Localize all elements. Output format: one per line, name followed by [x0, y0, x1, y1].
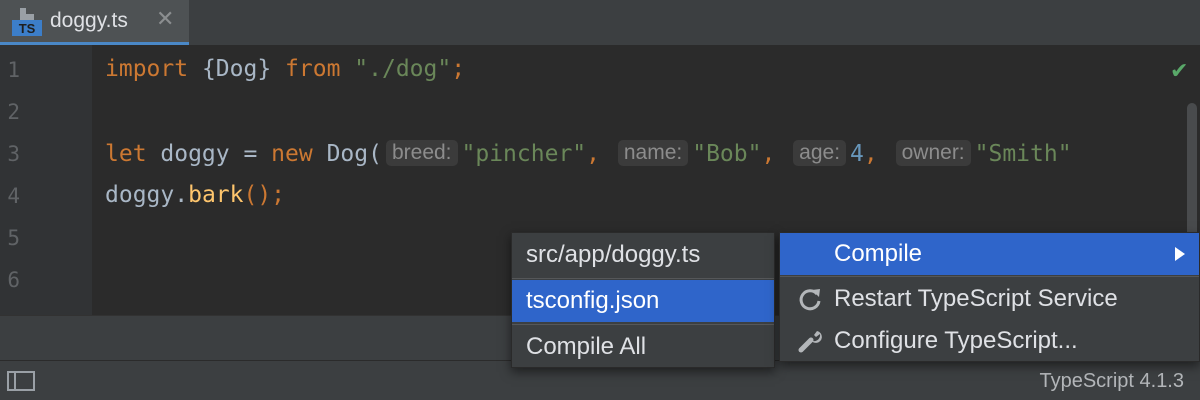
identifier: Dog(: [312, 141, 382, 167]
keyword: import: [105, 56, 189, 82]
identifier: doggy =: [146, 141, 272, 167]
semicolon: ;: [451, 56, 466, 82]
line-number: 2: [7, 100, 20, 124]
menu-item-restart-service[interactable]: Restart TypeScript Service: [780, 278, 1199, 320]
identifier: doggy.: [105, 182, 189, 208]
menu-separator: [780, 276, 1199, 277]
vertical-scrollbar[interactable]: [1187, 103, 1197, 248]
comma: ,: [586, 141, 614, 167]
line-number: 4: [7, 184, 20, 208]
menu-item-compile[interactable]: Compile: [780, 233, 1199, 275]
code-line-1[interactable]: import {Dog} from "./dog";: [105, 56, 465, 82]
checkmark-icon: ✔: [1170, 59, 1189, 84]
code-line-4[interactable]: doggy.bark();: [105, 182, 285, 208]
menu-item-label: Compile: [834, 240, 923, 267]
line-number: 6: [7, 268, 20, 292]
identifier: {Dog}: [188, 56, 286, 82]
punctuation: ();: [243, 182, 286, 208]
menu-item-tsconfig[interactable]: tsconfig.json: [512, 280, 774, 322]
editor-tab-bar: TS doggy.ts ✕: [0, 0, 1200, 45]
typescript-widget-menu: Compile Restart TypeScript Service Confi…: [779, 232, 1200, 362]
line-number: 1: [7, 58, 20, 82]
typescript-version-widget[interactable]: TypeScript 4.1.3: [1039, 370, 1184, 393]
submenu-arrow-icon: [1175, 247, 1185, 261]
method-name: bark: [188, 182, 244, 208]
wrench-icon: [798, 331, 822, 353]
line-number: 5: [7, 226, 20, 250]
menu-item-label: tsconfig.json: [526, 287, 660, 314]
comma: ,: [761, 141, 790, 167]
tab-doggy-ts[interactable]: TS doggy.ts ✕: [0, 0, 189, 45]
string-literal: "Smith": [974, 141, 1072, 167]
string-literal: "./dog": [354, 56, 452, 82]
parameter-hint-breed: breed:: [385, 140, 458, 166]
restart-icon: [799, 289, 821, 311]
string-literal: "pincher": [461, 141, 587, 167]
line-number: 3: [7, 142, 20, 166]
menu-item-configure[interactable]: Configure TypeScript...: [780, 320, 1199, 362]
menu-item-label: src/app/doggy.ts: [526, 241, 701, 268]
keyword: from: [285, 56, 341, 82]
menu-item-doggy-ts[interactable]: src/app/doggy.ts: [512, 233, 774, 277]
menu-item-label: Compile All: [526, 333, 647, 360]
tab-label: doggy.ts: [50, 9, 128, 32]
close-icon[interactable]: ✕: [156, 7, 174, 32]
menu-item-label: Configure TypeScript...: [834, 327, 1078, 354]
string-literal: "Bob": [692, 141, 762, 167]
ts-icon-label: TS: [19, 21, 36, 36]
keyword: let: [105, 141, 147, 167]
parameter-hint-age: age:: [793, 140, 847, 166]
parameter-hint-name: name:: [617, 140, 689, 166]
tool-window-layout-icon[interactable]: [7, 371, 35, 391]
typescript-file-icon: TS: [12, 8, 42, 36]
compile-target-menu: src/app/doggy.ts tsconfig.json Compile A…: [511, 232, 775, 368]
line-number-gutter: 1 2 3 4 5 6: [0, 45, 92, 315]
menu-separator: [512, 324, 774, 325]
number-literal: 4: [850, 141, 864, 167]
menu-separator: [512, 278, 774, 279]
comma: ,: [863, 141, 892, 167]
keyword: new: [271, 141, 313, 167]
menu-item-compile-all[interactable]: Compile All: [512, 326, 774, 368]
parameter-hint-owner: owner:: [895, 140, 971, 166]
code-line-3[interactable]: let doggy = new Dog(breed: "pincher", nam…: [105, 140, 1072, 167]
menu-item-label: Restart TypeScript Service: [834, 285, 1118, 312]
